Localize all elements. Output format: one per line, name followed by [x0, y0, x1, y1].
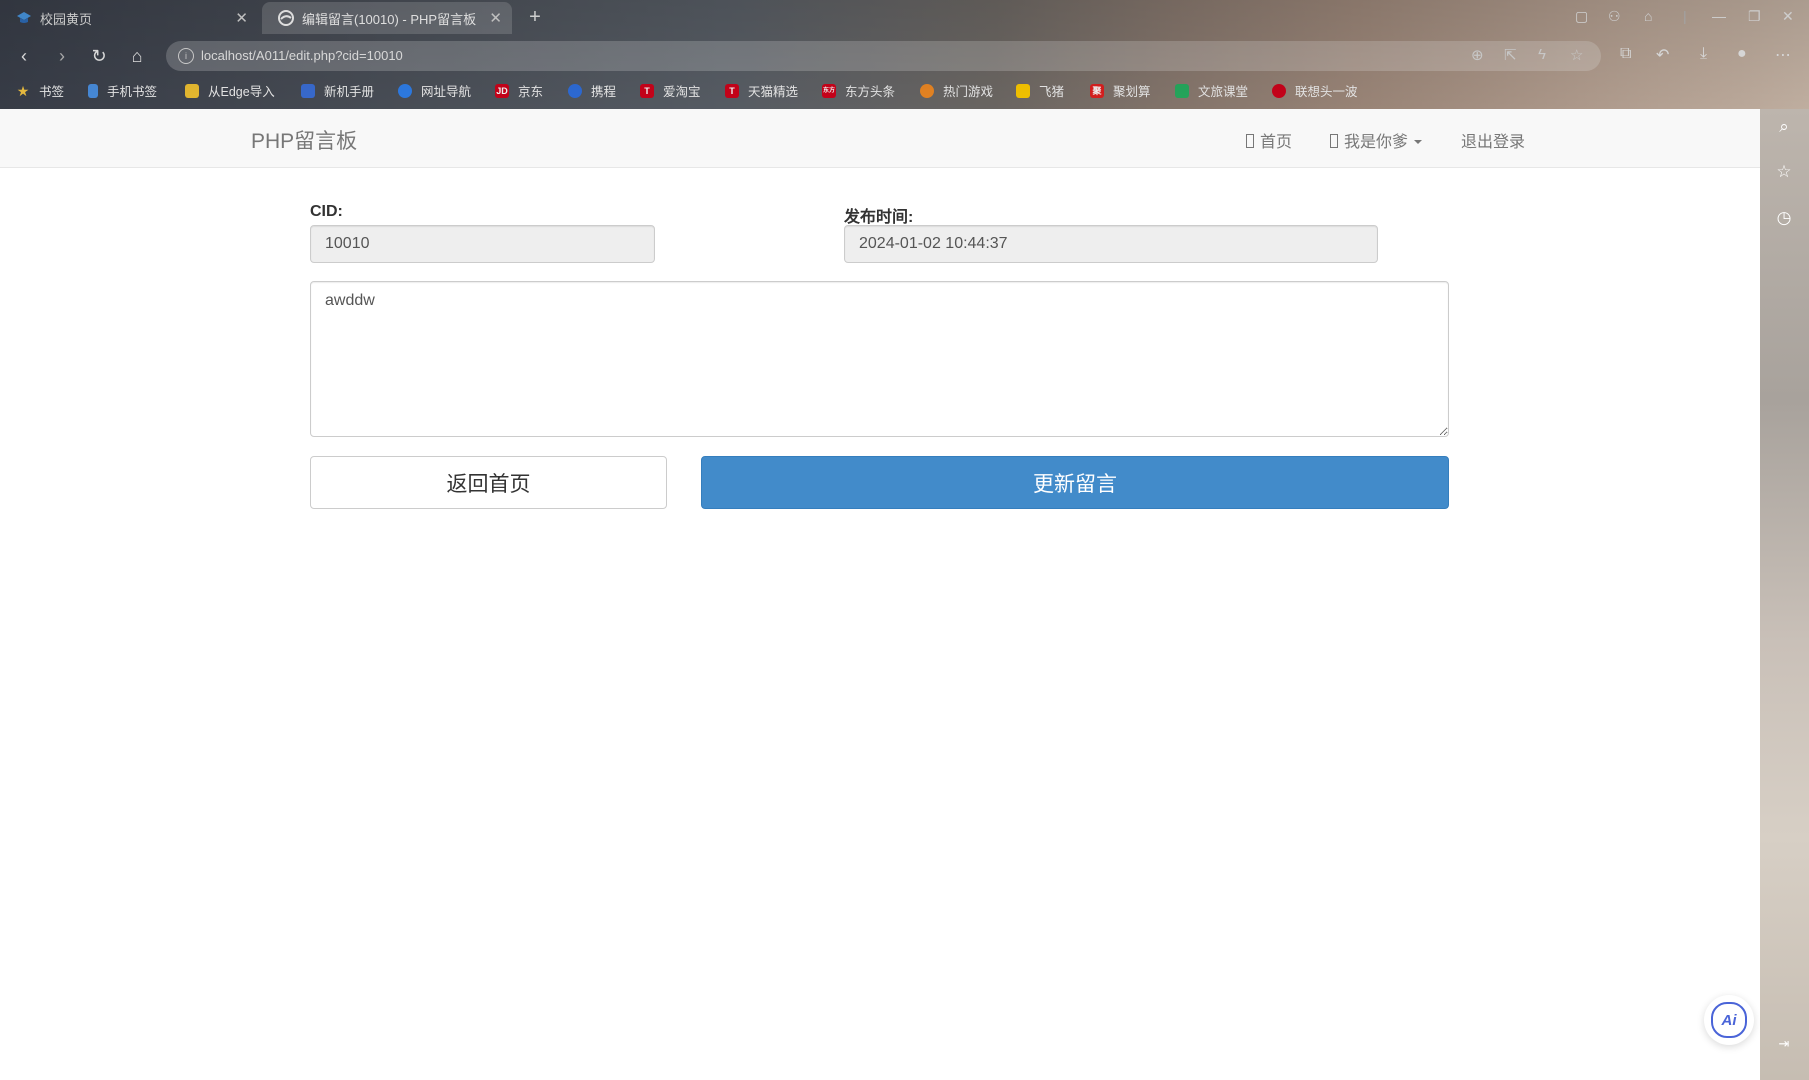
jd-icon: JD: [495, 83, 509, 98]
folder-icon: [185, 83, 199, 98]
ctrip-icon: [568, 83, 582, 98]
ai-assistant-button[interactable]: Ai: [1704, 995, 1754, 1045]
bookmark-item[interactable]: 从Edge导入: [185, 81, 275, 100]
expand-panel-icon[interactable]: ⇥: [1774, 1034, 1794, 1054]
back-icon[interactable]: ‹: [12, 44, 36, 68]
home-glyph-icon: [1246, 134, 1254, 148]
tab-campus-yellow-pages[interactable]: 校园黄页 ✕: [0, 2, 258, 34]
bookmark-item[interactable]: T 天猫精选: [725, 81, 798, 100]
bookmark-item[interactable]: 网址导航: [398, 81, 471, 100]
more-icon[interactable]: ⋯: [1775, 45, 1791, 65]
minimize-icon[interactable]: —: [1712, 8, 1726, 24]
reload-icon[interactable]: ↻: [87, 44, 111, 68]
back-home-button[interactable]: 返回首页: [310, 456, 667, 509]
restore-icon[interactable]: ❐: [1748, 8, 1761, 25]
extension-icon[interactable]: ⧉: [1620, 45, 1631, 63]
browser-chrome: 校园黄页 ✕ 编辑留言(10010) - PHP留言板 ✕ + ▢ ⚇ ⌂ | …: [0, 0, 1809, 109]
info-icon[interactable]: i: [178, 48, 194, 64]
update-message-button[interactable]: 更新留言: [701, 456, 1449, 509]
game-icon: [920, 83, 934, 98]
extensions-icon[interactable]: ⚇: [1608, 8, 1621, 25]
ai-icon: Ai: [1711, 1002, 1747, 1038]
bookmark-item[interactable]: ★ 书签: [16, 81, 64, 100]
navbar: PHP留言板 首页 我是你爹 退出登录: [0, 109, 1760, 168]
cid-label: CID:: [310, 203, 343, 220]
navbar-brand[interactable]: PHP留言板: [251, 125, 357, 155]
bookmark-item[interactable]: 新机手册: [301, 81, 374, 100]
zoom-icon[interactable]: ⊕: [1471, 46, 1484, 64]
download-icon[interactable]: ⤓: [1700, 45, 1707, 63]
tab-title: 编辑留言(10010) - PHP留言板: [302, 11, 477, 27]
lenovo-icon: [1272, 83, 1286, 98]
nav-logout[interactable]: 退出登录: [1461, 128, 1525, 152]
fliggy-icon: [1016, 83, 1030, 98]
lightning-icon[interactable]: ϟ: [1538, 46, 1546, 63]
bookmark-item[interactable]: 东方 东方头条: [822, 81, 895, 100]
message-content-textarea[interactable]: awddw: [310, 281, 1449, 437]
forward-icon[interactable]: ›: [50, 44, 74, 68]
url-text: localhost/A011/edit.php?cid=10010: [201, 48, 403, 63]
browser-side-panel: ⌕ ☆ ◷ ⇥: [1760, 109, 1809, 1080]
tab-edit-message[interactable]: 编辑留言(10010) - PHP留言板 ✕: [262, 2, 512, 34]
bookmark-item[interactable]: 手机书签: [88, 81, 157, 100]
reader-icon[interactable]: ▢: [1575, 8, 1588, 25]
culture-class-icon: [1175, 83, 1189, 98]
taobao-icon: T: [640, 83, 654, 98]
bookmark-item[interactable]: T 爱淘宝: [640, 81, 701, 100]
star-icon: ★: [16, 82, 30, 99]
bookmark-item[interactable]: 联想头一波: [1272, 81, 1358, 100]
cid-field[interactable]: 10010: [310, 225, 655, 263]
tab-bar: 校园黄页 ✕ 编辑留言(10010) - PHP留言板 ✕ + ▢ ⚇ ⌂ | …: [0, 0, 1809, 36]
publish-time-label: 发布时间:: [844, 209, 914, 226]
graduation-cap-icon: [16, 10, 32, 26]
close-tab-icon[interactable]: ✕: [235, 9, 248, 27]
divider: |: [1683, 8, 1687, 24]
undo-icon[interactable]: ↶: [1656, 45, 1669, 65]
new-tab-button[interactable]: +: [524, 6, 546, 29]
bookmark-item[interactable]: 热门游戏: [920, 81, 993, 100]
bookmark-item[interactable]: 文旅课堂: [1175, 81, 1248, 100]
favorites-icon[interactable]: ☆: [1774, 162, 1794, 182]
user-glyph-icon: [1330, 134, 1338, 148]
history-icon[interactable]: ◷: [1774, 208, 1794, 228]
bookmark-item[interactable]: 携程: [568, 81, 616, 100]
search-icon[interactable]: ⌕: [1774, 117, 1794, 137]
close-tab-icon[interactable]: ✕: [489, 9, 502, 27]
bookmark-item[interactable]: JD 京东: [495, 81, 543, 100]
eastday-icon: 东方: [822, 83, 836, 98]
favorite-star-icon[interactable]: ☆: [1570, 46, 1583, 64]
share-icon[interactable]: ⇱: [1504, 46, 1517, 64]
caret-down-icon: [1414, 140, 1423, 144]
manual-icon: [301, 83, 315, 98]
edge-logo-icon: [278, 10, 294, 26]
puzzle-icon[interactable]: ⌂: [1644, 8, 1652, 24]
nav-home[interactable]: 首页: [1246, 128, 1292, 152]
nav-icon: [398, 83, 412, 98]
home-icon[interactable]: ⌂: [125, 44, 149, 68]
publish-time-field[interactable]: 2024-01-02 10:44:37: [844, 225, 1378, 263]
nav-user-dropdown[interactable]: 我是你爹: [1330, 128, 1423, 152]
address-bar[interactable]: i localhost/A011/edit.php?cid=10010 ⊕ ⇱ …: [166, 41, 1601, 71]
profile-icon[interactable]: ●: [1737, 45, 1747, 63]
address-row: ‹ › ↻ ⌂ i localhost/A011/edit.php?cid=10…: [0, 40, 1809, 72]
bookmarks-bar: ★ 书签 手机书签 从Edge导入 新机手册 网址导航 JD 京东 携程 T 爱淘宝 …: [0, 78, 1809, 104]
bookmark-item[interactable]: 飞猪: [1016, 81, 1064, 100]
close-window-icon[interactable]: ✕: [1782, 8, 1794, 25]
tmall-icon: T: [725, 83, 739, 98]
tab-title: 校园黄页: [40, 11, 93, 27]
phone-icon: [88, 83, 98, 98]
juhuasuan-icon: 聚: [1090, 83, 1104, 98]
bookmark-item[interactable]: 聚聚划算: [1090, 81, 1151, 100]
page-content: PHP留言板 首页 我是你爹 退出登录 CID: 10010 发布时间: 202…: [0, 109, 1760, 1080]
